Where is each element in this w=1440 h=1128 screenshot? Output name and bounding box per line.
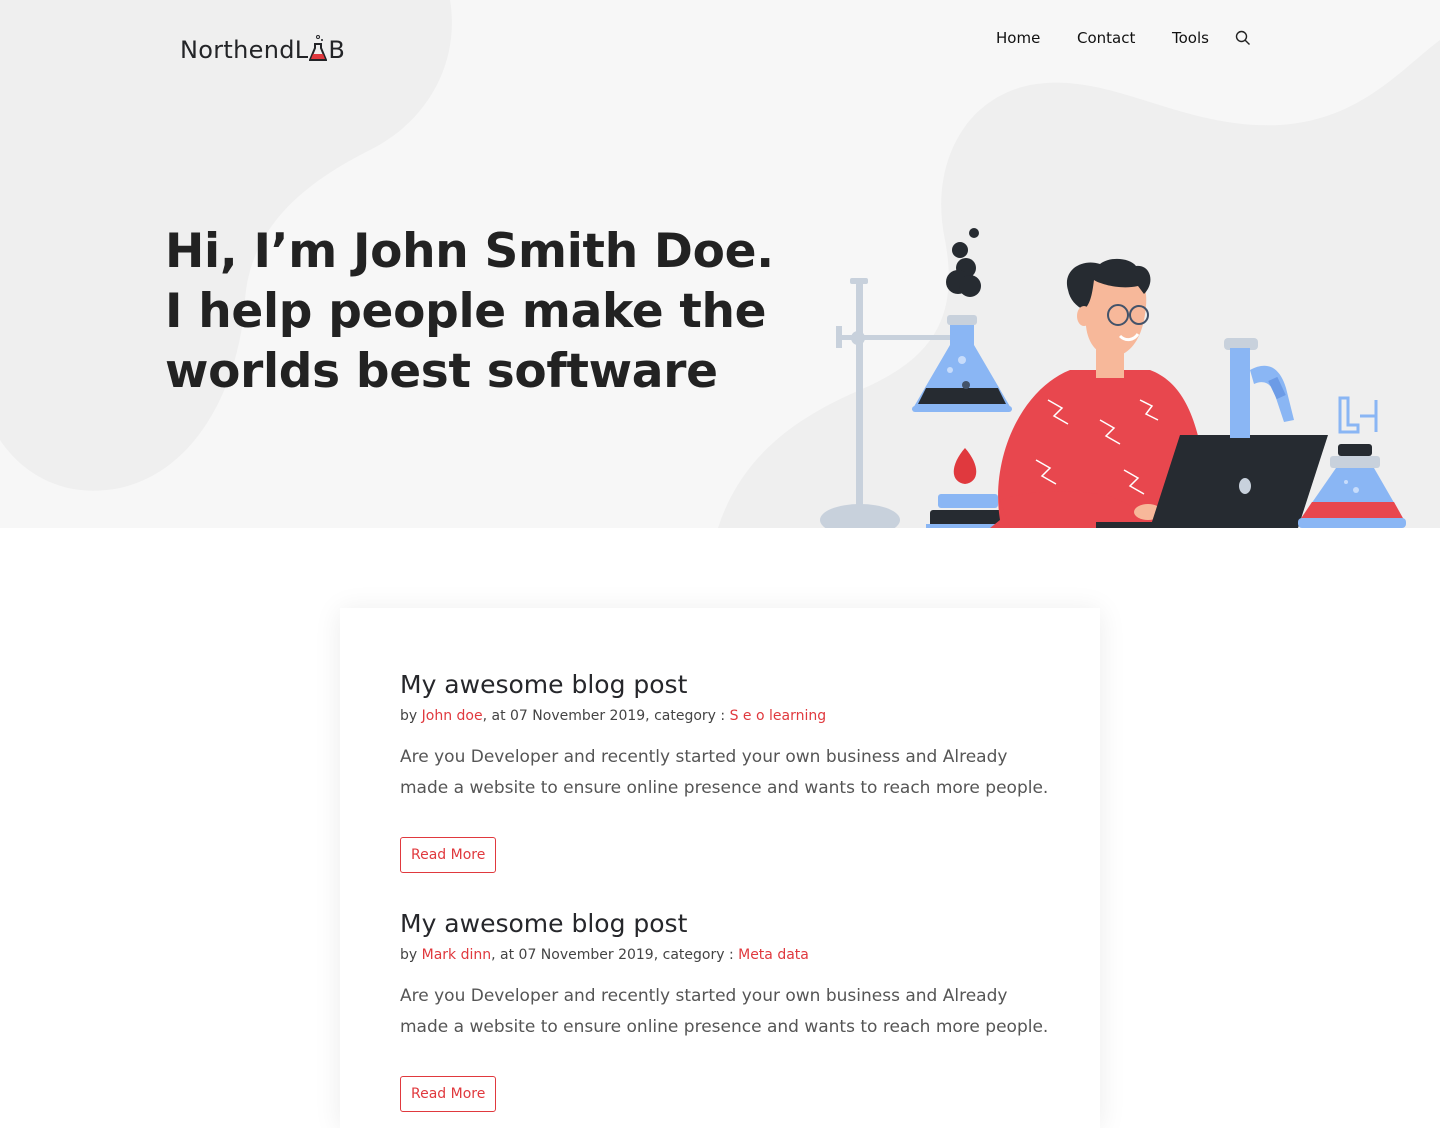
post-meta: by Mark dinn, at 07 November 2019, categ… [400, 947, 1060, 963]
microscope-icon [1224, 338, 1294, 438]
scientist-illustration [820, 228, 1406, 528]
post-category-link[interactable]: S e o learning [730, 708, 827, 724]
post-meta-date: , at 07 November 2019, category : [491, 947, 739, 963]
flask-blue-icon [912, 315, 1012, 412]
post-category-link[interactable]: Meta data [738, 947, 809, 963]
post-meta-by: by [400, 708, 422, 724]
nav-tools[interactable]: Tools [1172, 29, 1209, 47]
blog-post: My awesome blog post by Mark dinn, at 07… [400, 907, 1060, 1112]
post-author-link[interactable]: Mark dinn [422, 947, 492, 963]
blog-post: My awesome blog post by John doe, at 07 … [400, 668, 1060, 873]
nav-contact[interactable]: Contact [1077, 29, 1135, 47]
hero-title-line-2: I help people make the [165, 284, 767, 339]
post-meta-by: by [400, 947, 422, 963]
hero-title: Hi, I’m John Smith Doe. I help people ma… [165, 222, 774, 402]
read-more-button[interactable]: Read More [400, 1076, 497, 1112]
post-author-link[interactable]: John doe [422, 708, 483, 724]
site-header: Northend L B Home Contact Tools [0, 0, 1440, 80]
post-meta-date: , at 07 November 2019, category : [482, 708, 730, 724]
blog-card: My awesome blog post by John doe, at 07 … [340, 608, 1100, 1128]
post-title[interactable]: My awesome blog post [400, 907, 1060, 941]
hero-title-line-1: Hi, I’m John Smith Doe. [165, 224, 774, 279]
post-title[interactable]: My awesome blog post [400, 668, 1060, 702]
read-more-button[interactable]: Read More [400, 837, 497, 873]
search-icon[interactable] [1235, 30, 1251, 46]
hero-section: Northend L B Home Contact Tools Hi, I’m [0, 0, 1440, 528]
post-meta: by John doe, at 07 November 2019, catego… [400, 708, 1060, 724]
main-nav: Home Contact Tools [0, 29, 1440, 53]
nav-home[interactable]: Home [996, 29, 1040, 47]
hero-title-line-3: worlds best software [165, 344, 718, 399]
post-excerpt: Are you Developer and recently started y… [400, 747, 1049, 798]
post-excerpt: Are you Developer and recently started y… [400, 986, 1049, 1037]
smoke-icon [946, 228, 981, 297]
